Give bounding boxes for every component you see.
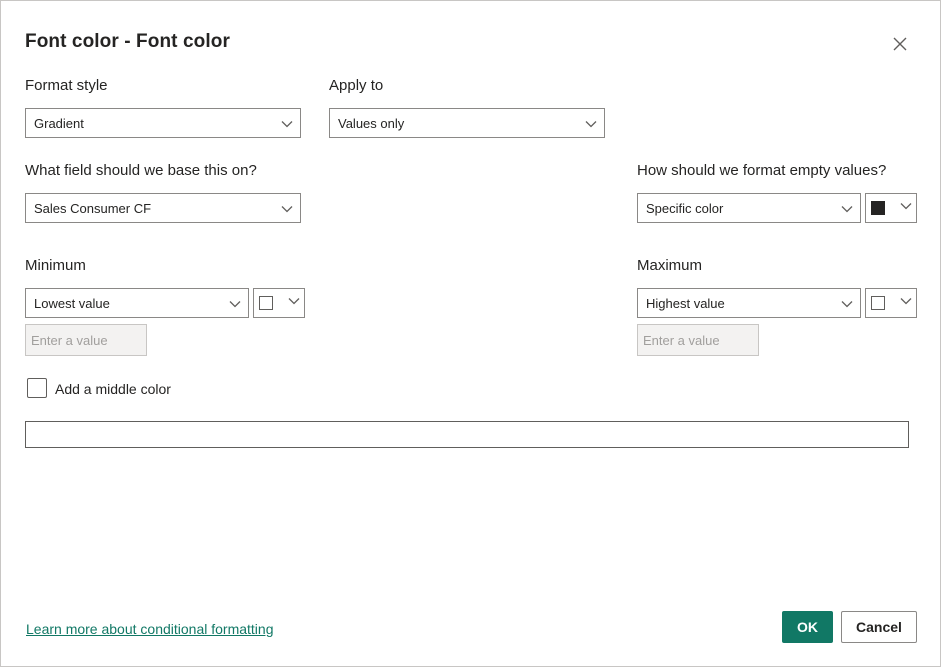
empty-values-color-picker[interactable] xyxy=(865,193,917,223)
base-field-value: Sales Consumer CF xyxy=(34,201,152,216)
base-field-dropdown[interactable]: Sales Consumer CF xyxy=(25,193,301,223)
apply-to-label: Apply to xyxy=(329,77,384,94)
empty-values-dropdown[interactable]: Specific color xyxy=(637,193,861,223)
maximum-value-input[interactable] xyxy=(637,324,759,356)
chevron-down-icon xyxy=(841,301,853,308)
chevron-down-icon xyxy=(841,206,853,213)
format-style-value: Gradient xyxy=(34,116,84,131)
middle-color-checkbox[interactable] xyxy=(27,378,47,398)
maximum-dropdown[interactable]: Highest value xyxy=(637,288,861,318)
format-style-label: Format style xyxy=(25,77,108,94)
chevron-down-icon xyxy=(229,301,241,308)
ok-button[interactable]: OK xyxy=(782,611,833,643)
close-button[interactable] xyxy=(889,33,911,55)
gradient-preview-bar xyxy=(25,421,909,448)
chevron-down-icon xyxy=(900,298,912,305)
minimum-color-picker[interactable] xyxy=(253,288,305,318)
chevron-down-icon xyxy=(281,121,293,128)
chevron-down-icon xyxy=(900,203,912,210)
maximum-label: Maximum xyxy=(637,257,703,274)
apply-to-value: Values only xyxy=(338,116,405,131)
empty-values-label: How should we format empty values? xyxy=(637,162,887,179)
base-field-label: What field should we base this on? xyxy=(25,162,257,179)
close-icon xyxy=(893,37,907,51)
format-style-dropdown[interactable]: Gradient xyxy=(25,108,301,138)
chevron-down-icon xyxy=(585,121,597,128)
minimum-dropdown[interactable]: Lowest value xyxy=(25,288,249,318)
chevron-down-icon xyxy=(281,206,293,213)
color-swatch xyxy=(871,296,885,310)
minimum-value: Lowest value xyxy=(34,296,110,311)
color-swatch xyxy=(871,201,885,215)
dialog-title: Font color - Font color xyxy=(25,31,230,52)
maximum-color-picker[interactable] xyxy=(865,288,917,318)
cancel-button[interactable]: Cancel xyxy=(841,611,917,643)
learn-more-link[interactable]: Learn more about conditional formatting xyxy=(26,621,273,637)
empty-values-value: Specific color xyxy=(646,201,724,216)
chevron-down-icon xyxy=(288,298,300,305)
color-swatch xyxy=(259,296,273,310)
maximum-value: Highest value xyxy=(646,296,725,311)
minimum-label: Minimum xyxy=(25,257,86,274)
apply-to-dropdown[interactable]: Values only xyxy=(329,108,605,138)
minimum-value-input[interactable] xyxy=(25,324,147,356)
middle-color-label[interactable]: Add a middle color xyxy=(55,381,171,397)
conditional-formatting-dialog: Font color - Font color Format style Gra… xyxy=(0,0,941,667)
